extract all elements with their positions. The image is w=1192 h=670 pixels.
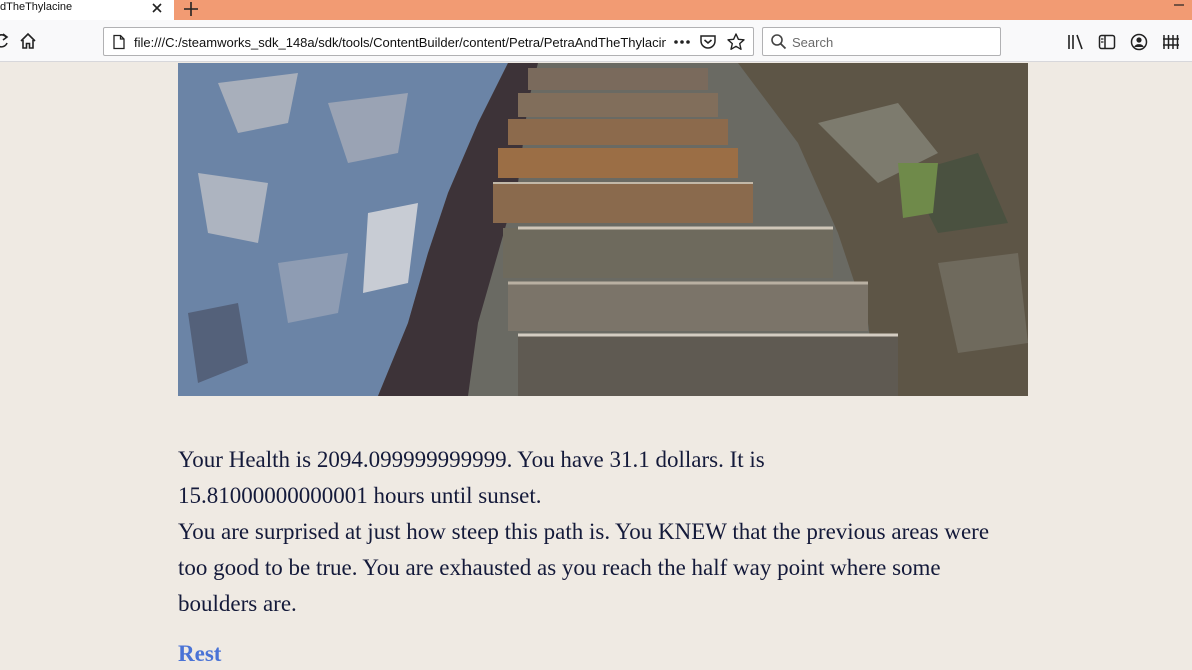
tab-strip: dTheThylacine xyxy=(0,0,1192,20)
home-icon[interactable] xyxy=(18,31,38,51)
rest-choice-link[interactable]: Rest xyxy=(178,641,221,667)
story-text: Your Health is 2094.099999999999. You ha… xyxy=(178,442,998,622)
close-tab-icon[interactable] xyxy=(150,1,164,15)
status-line-health-money: Your Health is 2094.099999999999. You ha… xyxy=(178,447,765,472)
sidebar-icon[interactable] xyxy=(1097,32,1117,52)
address-bar[interactable]: file:///C:/steamworks_sdk_148a/sdk/tools… xyxy=(103,27,754,56)
account-icon[interactable] xyxy=(1129,32,1149,52)
bookmark-star-icon[interactable] xyxy=(726,32,746,52)
page-icon xyxy=(113,34,125,50)
minimize-window-icon[interactable] xyxy=(1172,0,1186,10)
status-line-sunset: 15.81000000000001 hours until sunset. xyxy=(178,483,542,508)
navigation-toolbar: file:///C:/steamworks_sdk_148a/sdk/tools… xyxy=(0,20,1192,62)
narrative-paragraph: You are surprised at just how steep this… xyxy=(178,519,990,616)
url-text[interactable]: file:///C:/steamworks_sdk_148a/sdk/tools… xyxy=(134,35,666,50)
search-icon xyxy=(771,34,787,50)
library-icon[interactable] xyxy=(1066,32,1086,52)
new-tab-plus-icon[interactable] xyxy=(182,0,200,18)
search-input[interactable] xyxy=(792,33,992,51)
pocket-icon[interactable] xyxy=(699,33,717,51)
stone-stairway-image xyxy=(178,63,1028,396)
search-bar[interactable] xyxy=(762,27,1001,56)
active-tab[interactable]: dTheThylacine xyxy=(0,0,174,20)
page-actions-ellipsis-icon[interactable] xyxy=(672,35,692,49)
extensions-grid-icon[interactable] xyxy=(1161,32,1181,52)
reload-icon[interactable] xyxy=(0,31,12,51)
tab-title: dTheThylacine xyxy=(0,1,73,13)
